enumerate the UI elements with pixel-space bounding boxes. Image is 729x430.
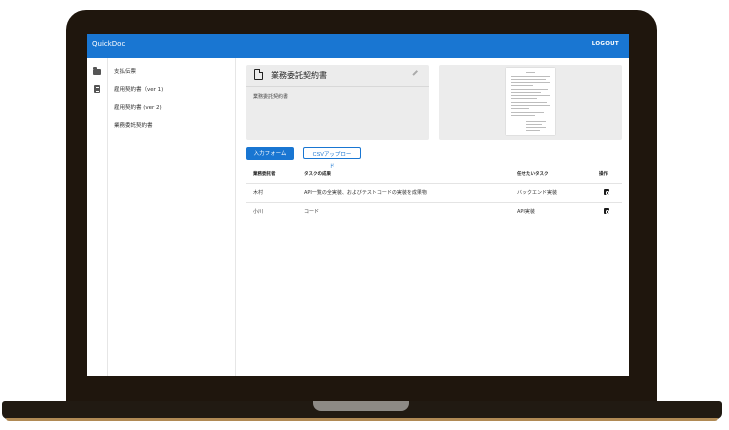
doc-list-item[interactable]: 雇用契約書（ver 1) xyxy=(114,85,163,93)
app-title: QuickDoc xyxy=(92,40,126,48)
app-bar: QuickDoc LOGOUT xyxy=(87,34,629,58)
csv-upload-button[interactable]: CSVアップロード xyxy=(303,147,361,170)
table-header-actions: 操作 xyxy=(599,172,608,177)
input-form-button[interactable]: 入力フォーム xyxy=(246,147,294,160)
folder-icon[interactable] xyxy=(93,67,101,75)
document-preview-page xyxy=(506,68,555,135)
logout-button[interactable]: LOGOUT xyxy=(592,41,619,47)
document-search-icon[interactable] xyxy=(604,208,609,214)
document-list: 支払伝票 雇用契約書（ver 1) 雇用契約書 (ver 2) 業務委託契約書 xyxy=(108,58,236,376)
icon-rail xyxy=(87,58,108,376)
cell-worker: 木村 xyxy=(253,190,264,196)
cell-task: API実装 xyxy=(517,209,535,215)
cell-result: API一覧の全実装、およびテストコードの実装を成果物 xyxy=(304,190,427,196)
laptop-base-edge xyxy=(6,418,718,421)
cell-worker: 小川 xyxy=(253,209,264,215)
table-header-task: 任せたいタスク xyxy=(517,172,549,177)
document-icon[interactable] xyxy=(94,85,100,93)
doc-list-item[interactable]: 業務委託契約書 xyxy=(114,121,153,129)
document-preview-card xyxy=(439,65,622,140)
pencil-icon[interactable] xyxy=(412,70,418,76)
divider xyxy=(246,202,622,203)
doc-list-item[interactable]: 支払伝票 xyxy=(114,67,136,75)
divider xyxy=(246,183,622,184)
laptop-notch xyxy=(313,401,409,411)
document-description: 業務委託契約書 xyxy=(253,94,289,100)
document-info-card: 業務委託契約書 業務委託契約書 xyxy=(246,65,429,140)
cell-result: コード xyxy=(304,209,320,215)
document-title: 業務委託契約書 xyxy=(271,71,327,80)
table-header-worker: 業務委託者 xyxy=(253,172,276,177)
table-header-result: タスクの成果 xyxy=(304,172,331,177)
document-card-header: 業務委託契約書 xyxy=(246,65,429,87)
doc-list-item[interactable]: 雇用契約書 (ver 2) xyxy=(114,103,162,111)
document-search-icon[interactable] xyxy=(604,189,609,195)
cell-task: バックエンド実装 xyxy=(517,190,558,196)
laptop-screen: QuickDoc LOGOUT 支払伝票 雇用契約書（ver 1) 雇用契約書 … xyxy=(87,34,629,376)
file-icon xyxy=(254,69,263,80)
